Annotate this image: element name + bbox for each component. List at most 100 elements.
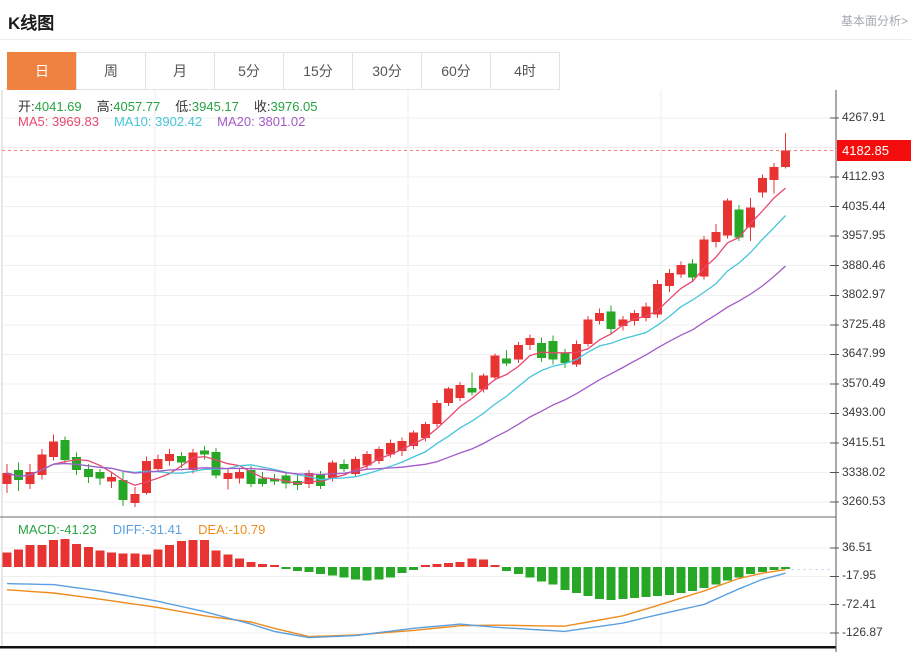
macd-hist-bar bbox=[130, 553, 139, 567]
macd-hist-bar bbox=[502, 567, 511, 571]
candle-body bbox=[781, 150, 790, 166]
candle-body bbox=[514, 345, 523, 359]
macd-hist-bar bbox=[177, 541, 186, 567]
macd-hist-bar bbox=[212, 550, 221, 567]
candle-body bbox=[537, 343, 546, 358]
macd-hist-bar bbox=[200, 540, 209, 567]
macd-hist-bar bbox=[351, 567, 360, 579]
macd-legend-item: DIFF:-31.41 bbox=[113, 522, 182, 537]
candle-body bbox=[432, 403, 441, 424]
macd-hist-bar bbox=[769, 567, 778, 570]
macd-hist-bar bbox=[270, 565, 279, 567]
macd-hist-bar bbox=[700, 567, 709, 588]
axis-tick-label: 4267.91 bbox=[842, 110, 885, 124]
macd-hist-bar bbox=[37, 545, 46, 567]
ma10-line bbox=[7, 216, 786, 480]
kline-widget: K线图 基本面分析> 日周月5分15分30分60分4时 开:4041.69高:4… bbox=[0, 0, 911, 652]
axis-tick-label: 4112.93 bbox=[842, 169, 885, 183]
macd-hist-bar bbox=[49, 540, 58, 567]
macd-hist-bar bbox=[72, 544, 81, 567]
axis-tick-label: -17.95 bbox=[842, 568, 876, 582]
axis-tick-label: 3957.95 bbox=[842, 228, 885, 242]
macd-legend-item: DEA:-10.79 bbox=[198, 522, 265, 537]
candle-body bbox=[95, 472, 104, 479]
ma5-line bbox=[7, 188, 786, 485]
ma-legend-item: MA5: 3969.83 bbox=[18, 114, 99, 129]
macd-hist-bar bbox=[363, 567, 372, 581]
macd-hist-bar bbox=[409, 567, 418, 570]
candle-body bbox=[723, 200, 732, 235]
ma-legend-item: MA10: 3902.42 bbox=[114, 114, 202, 129]
macd-hist-bar bbox=[746, 567, 755, 574]
axis-tick-label: -126.87 bbox=[842, 625, 883, 639]
macd-hist-bar bbox=[560, 567, 569, 590]
candle-body bbox=[502, 359, 511, 364]
macd-hist-bar bbox=[305, 567, 314, 572]
macd-hist-bar bbox=[165, 545, 174, 567]
candle-body bbox=[130, 494, 139, 503]
macd-hist-bar bbox=[653, 567, 662, 596]
macd-hist-bar bbox=[258, 564, 267, 567]
ma-legend-item: MA20: 3801.02 bbox=[217, 114, 305, 129]
ma-legend: MA5: 3969.83 MA10: 3902.42 MA20: 3801.02 bbox=[18, 114, 305, 129]
macd-hist-bar bbox=[421, 565, 430, 567]
macd-legend-item: MACD:-41.23 bbox=[18, 522, 97, 537]
candle-body bbox=[688, 264, 697, 278]
macd-hist-bar bbox=[525, 567, 534, 577]
candle-body bbox=[107, 477, 116, 482]
macd-hist-bar bbox=[514, 567, 523, 574]
ma20-line bbox=[7, 266, 786, 476]
axis-tick-label: 3802.97 bbox=[842, 287, 885, 301]
candle-body bbox=[84, 469, 93, 477]
ohlc-item: 收:3976.05 bbox=[254, 96, 318, 115]
candle-body bbox=[758, 178, 767, 192]
macd-hist-bar bbox=[154, 549, 163, 567]
candle-body bbox=[154, 459, 163, 469]
axis-tick-label: 36.51 bbox=[842, 540, 872, 554]
axis-tick-label: 3570.49 bbox=[842, 376, 885, 390]
candle-body bbox=[61, 440, 70, 460]
macd-hist-bar bbox=[339, 567, 348, 577]
candle-body bbox=[456, 385, 465, 398]
macd-hist-bar bbox=[293, 567, 302, 571]
candle-body bbox=[665, 273, 674, 286]
macd-hist-bar bbox=[235, 559, 244, 567]
macd-hist-bar bbox=[119, 553, 128, 567]
ohlc-item: 高:4057.77 bbox=[97, 96, 161, 115]
axis-tick-label: 3338.02 bbox=[842, 465, 885, 479]
macd-hist-bar bbox=[432, 564, 441, 567]
macd-hist-bar bbox=[491, 565, 500, 567]
macd-hist-bar bbox=[188, 540, 197, 567]
candle-body bbox=[235, 472, 244, 479]
candle-body bbox=[595, 313, 604, 321]
macd-hist-bar bbox=[549, 567, 558, 585]
candle-body bbox=[444, 389, 453, 403]
candle-body bbox=[479, 376, 488, 390]
candle-body bbox=[223, 473, 232, 479]
macd-hist-bar bbox=[665, 567, 674, 595]
candle-body bbox=[328, 463, 337, 478]
macd-hist-bar bbox=[688, 567, 697, 591]
macd-hist-bar bbox=[595, 567, 604, 599]
candle-body bbox=[676, 265, 685, 274]
candle-body bbox=[525, 338, 534, 345]
macd-hist-bar bbox=[723, 567, 732, 581]
macd-legend: MACD:-41.23 DIFF:-31.41 DEA:-10.79 bbox=[18, 522, 265, 537]
ohlc-item: 低:3945.17 bbox=[175, 96, 239, 115]
axis-tick-label: 3493.00 bbox=[842, 405, 885, 419]
macd-hist-bar bbox=[95, 550, 104, 567]
axis-tick-label: 3725.48 bbox=[842, 317, 885, 331]
candle-body bbox=[142, 461, 151, 493]
candle-body bbox=[467, 388, 476, 393]
ohlc-legend: 开:4041.69高:4057.77低:3945.17收:3976.05 bbox=[18, 96, 318, 115]
macd-hist-bar bbox=[467, 559, 476, 567]
candle-body bbox=[200, 450, 209, 454]
macd-hist-bar bbox=[456, 562, 465, 567]
macd-hist-bar bbox=[328, 567, 337, 575]
current-price-tag: 4182.85 bbox=[837, 140, 911, 161]
macd-hist-bar bbox=[444, 563, 453, 567]
macd-hist-bar bbox=[758, 567, 767, 572]
macd-hist-bar bbox=[26, 545, 35, 567]
macd-hist-bar bbox=[630, 567, 639, 598]
macd-hist-bar bbox=[735, 567, 744, 577]
